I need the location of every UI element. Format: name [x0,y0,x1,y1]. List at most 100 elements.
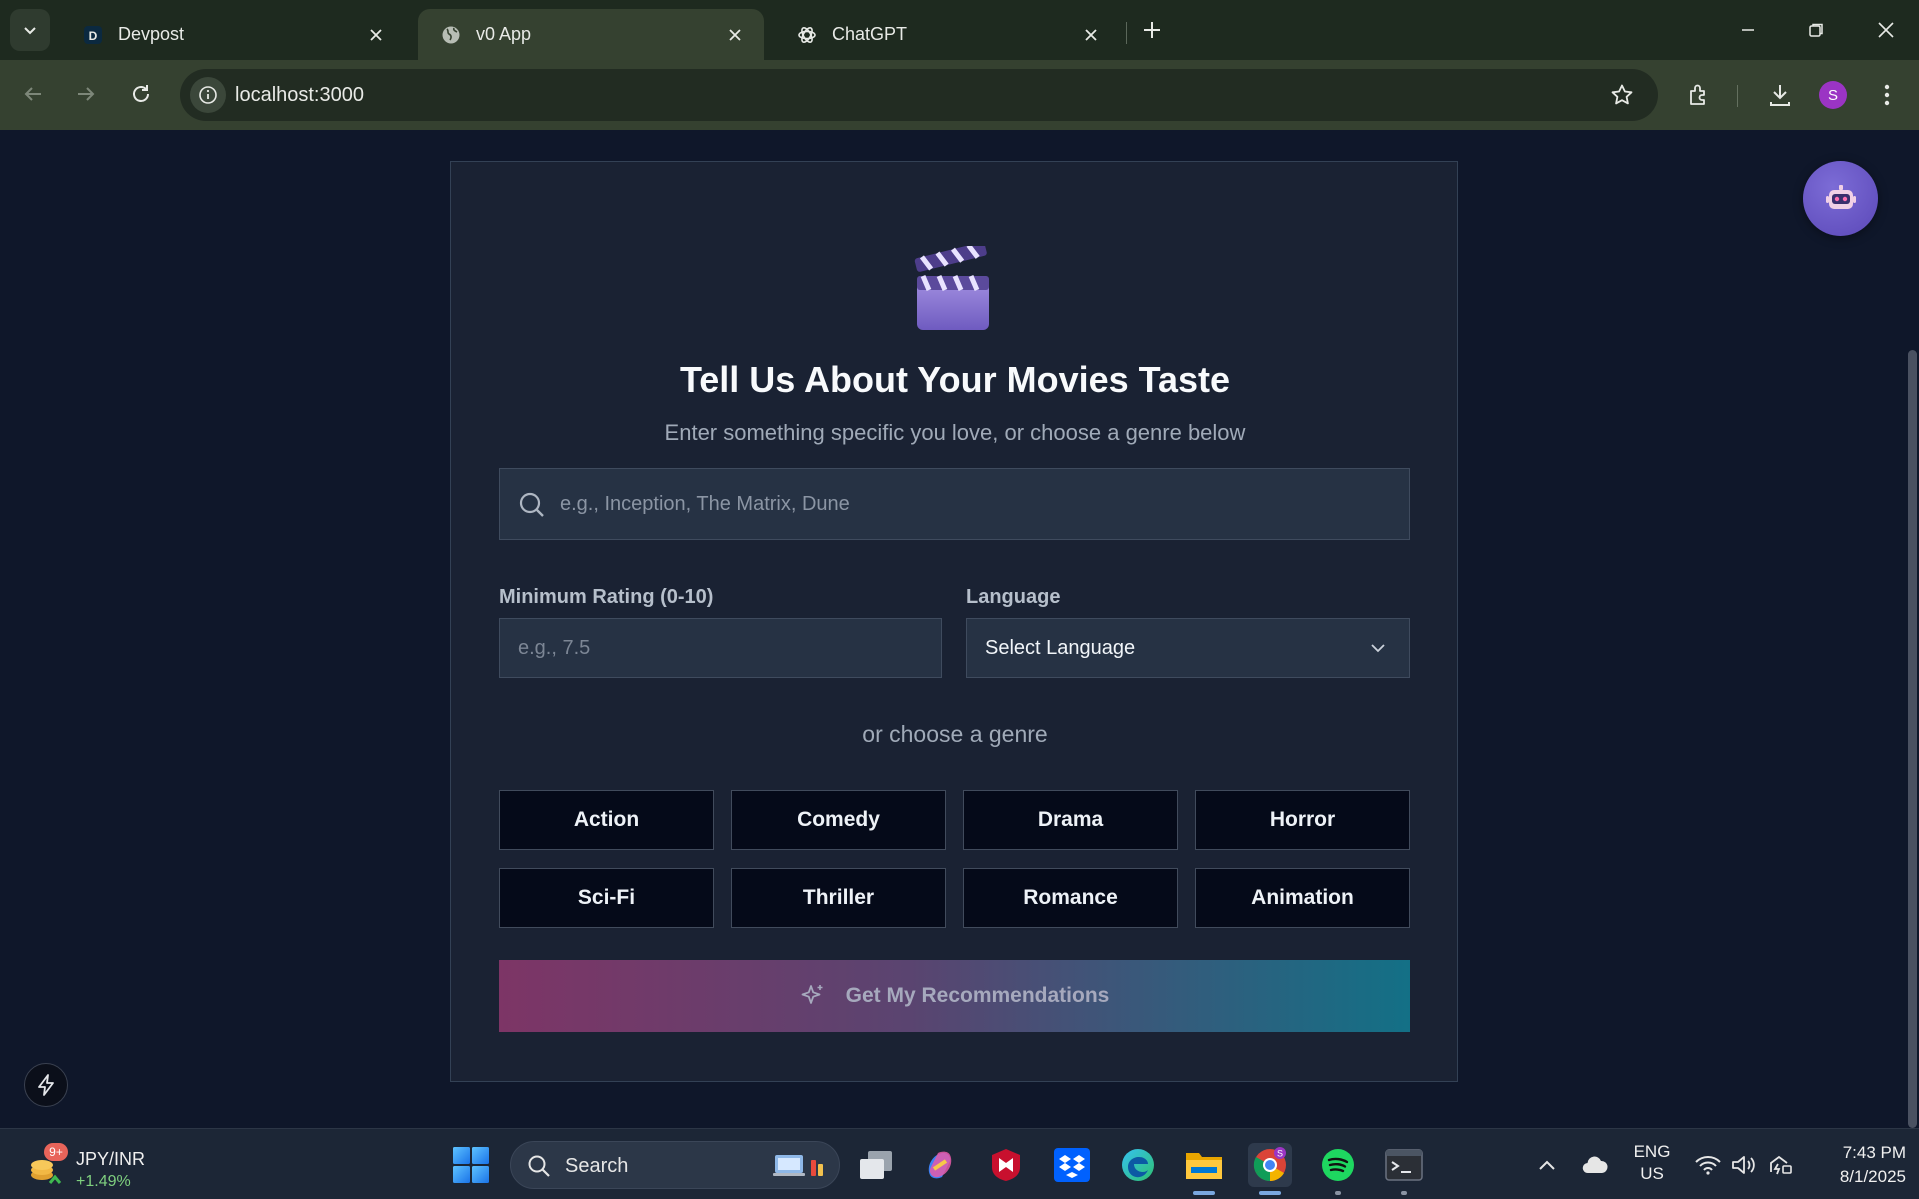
sparkles-icon [801,985,823,1004]
chevron-down-icon [1371,644,1385,653]
profile-avatar[interactable]: S [1819,81,1847,109]
tab-label: Devpost [118,24,185,44]
lightning-bolt-icon [38,1074,54,1096]
language-code: ENG [1633,1142,1671,1161]
language-selected-value: Select Language [985,637,1136,659]
terminal-icon[interactable] [1382,1143,1426,1195]
tab-search-button[interactable] [10,9,50,51]
running-indicator [1401,1191,1407,1195]
close-icon[interactable] [724,24,746,46]
clock-time: 7:43 PM [1842,1143,1906,1162]
tab-v0-app[interactable]: v0 App [418,9,764,60]
plus-icon [1144,22,1160,38]
globe-icon [440,24,462,46]
wifi-icon[interactable] [1692,1143,1724,1187]
new-tab-button[interactable] [1136,14,1168,46]
close-icon[interactable] [1080,24,1102,46]
minimize-button[interactable] [1724,10,1772,50]
cta-label: Get My Recommendations [845,984,1110,1007]
restore-button[interactable] [1792,10,1840,50]
chatbot-button[interactable] [1803,161,1878,236]
running-indicator [1259,1191,1281,1195]
tab-label: v0 App [476,24,532,44]
minimize-icon [1742,29,1754,31]
reload-icon [133,85,149,102]
notification-badge: 9+ [44,1143,68,1161]
dev-tools-button[interactable] [24,1063,68,1107]
task-view-icon[interactable] [854,1143,898,1187]
genre-prompt: or choose a genre [862,721,1048,747]
devpost-icon: D [82,24,104,46]
toolbar-divider [1737,85,1738,107]
show-hidden-icons-chevron-up-icon[interactable] [1534,1143,1560,1187]
spotify-icon[interactable] [1316,1143,1360,1195]
battery-charging-icon[interactable] [1764,1143,1796,1187]
scrollbar-thumb[interactable] [1908,350,1917,1128]
forward-button[interactable] [66,74,106,114]
genre-button-sci-fi[interactable]: Sci-Fi [499,868,714,928]
genre-button-horror[interactable]: Horror [1195,790,1410,850]
clock-date: 8/1/2025 [1839,1167,1906,1186]
language-select[interactable]: Select Language [966,618,1410,678]
windows-start-icon[interactable] [452,1146,490,1184]
bookmark-star-icon[interactable] [1608,81,1636,109]
back-button[interactable] [13,74,53,114]
region-code: US [1640,1164,1664,1183]
preferences-card: Tell Us About Your Movies Taste Enter so… [450,161,1458,1082]
input-language-indicator[interactable]: ENG US [1628,1141,1676,1185]
chevron-down-icon [24,27,36,35]
page-subtitle: Enter something specific you love, or ch… [664,420,1246,445]
volume-icon[interactable] [1728,1143,1760,1187]
page-scrollbar[interactable] [1907,130,1919,1128]
min-rating-input[interactable] [499,618,942,678]
mcafee-icon[interactable] [984,1143,1028,1187]
tab-chatgpt[interactable]: ChatGPT [774,9,1120,60]
page-viewport: Tell Us About Your Movies Taste Enter so… [0,130,1919,1128]
file-explorer-icon[interactable] [1182,1143,1226,1195]
edge-icon[interactable] [1116,1143,1160,1187]
clapperboard-icon [914,246,989,330]
site-info-icon[interactable] [190,77,226,113]
more-menu-icon[interactable] [1869,77,1905,113]
reload-button[interactable] [121,74,161,114]
running-indicator [1193,1191,1215,1195]
genre-button-action[interactable]: Action [499,790,714,850]
close-window-button[interactable] [1862,10,1910,50]
chrome-icon[interactable]: S [1248,1143,1292,1195]
widget-title: JPY/INR [76,1149,146,1169]
genre-button-drama[interactable]: Drama [963,790,1178,850]
arrow-left-icon [24,87,41,101]
svg-text:S: S [1277,1149,1283,1159]
download-icon[interactable] [1762,77,1798,113]
genre-button-romance[interactable]: Romance [963,868,1178,928]
extensions-icon[interactable] [1681,77,1717,113]
movie-search-input[interactable] [560,469,1400,539]
rating-label: Minimum Rating (0-10) [499,586,714,608]
page-title: Tell Us About Your Movies Taste [679,359,1231,400]
currency-widget[interactable]: 9+ JPY/INR +1.49% [24,1139,154,1191]
url-text[interactable]: localhost:3000 [235,69,364,121]
address-bar[interactable]: localhost:3000 [180,69,1658,121]
dropbox-icon[interactable] [1050,1143,1094,1187]
browser-tab-bar: D Devpost v0 App ChatGPT [0,0,1919,60]
widget-change: +1.49% [76,1173,131,1190]
close-icon[interactable] [365,24,387,46]
tab-label: ChatGPT [832,24,908,44]
tab-devpost[interactable]: D Devpost [60,9,405,60]
get-recommendations-button[interactable]: Get My Recommendations [499,960,1410,1032]
search-highlight-icon [773,1155,823,1176]
taskbar-search[interactable]: Search [510,1141,840,1189]
system-clock[interactable]: 7:43 PM 8/1/2025 [1810,1141,1906,1189]
running-indicator [1335,1191,1341,1195]
genre-button-thriller[interactable]: Thriller [731,868,946,928]
movie-search-field[interactable] [499,468,1410,540]
genre-button-animation[interactable]: Animation [1195,868,1410,928]
arrow-right-icon [78,87,95,101]
onedrive-cloud-icon[interactable] [1578,1143,1612,1187]
browser-toolbar: localhost:3000 S [0,60,1919,130]
genre-button-comedy[interactable]: Comedy [731,790,946,850]
chatgpt-icon [796,24,818,46]
restore-icon [1809,23,1823,37]
windows-taskbar: 9+ JPY/INR +1.49% Search S ENG US 7:43 P… [0,1128,1919,1199]
copilot-icon[interactable] [918,1143,962,1187]
